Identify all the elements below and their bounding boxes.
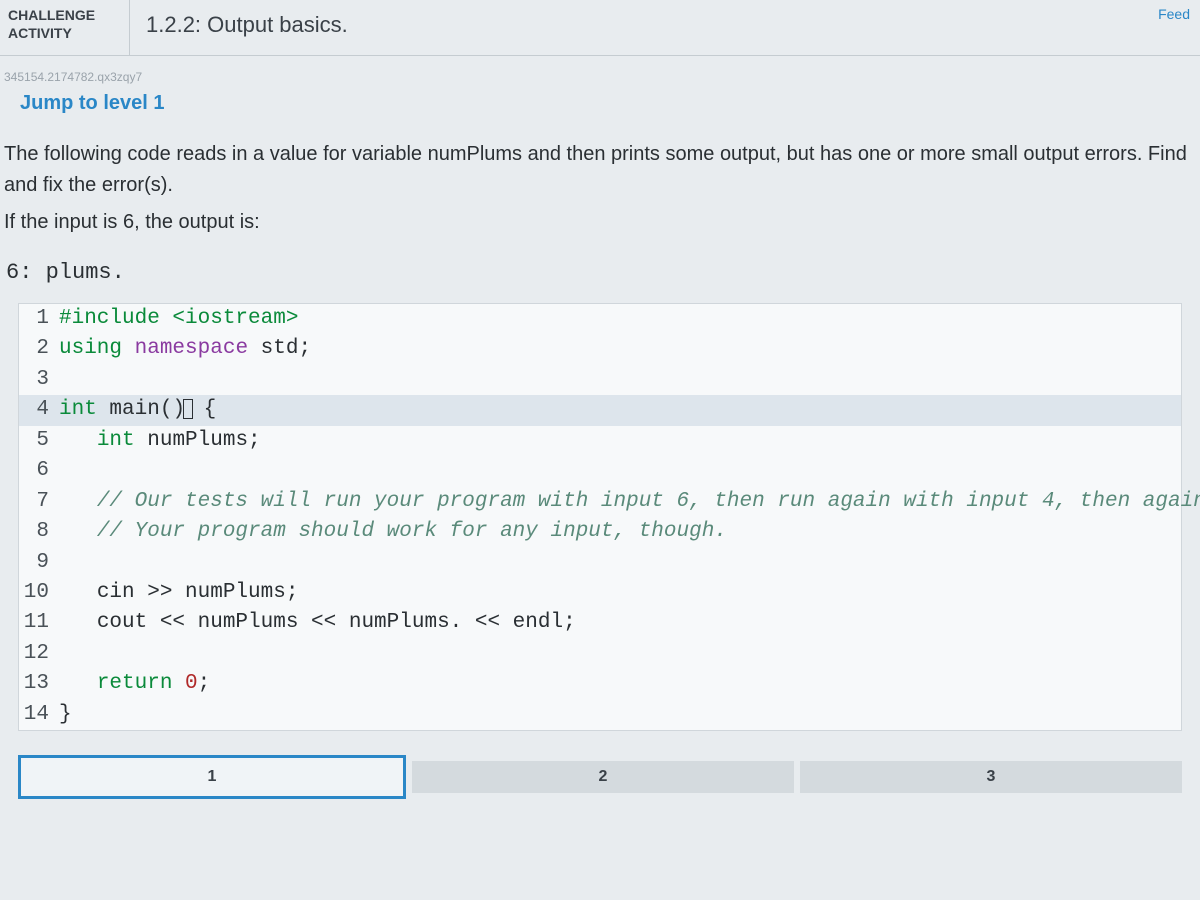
level-number: 1 [208, 768, 217, 786]
line-number: 6 [19, 456, 59, 486]
activity-id: 345154.2174782.qx3zqy7 [0, 56, 1200, 88]
prompt-paragraph-1: The following code reads in a value for … [4, 139, 1194, 201]
code-content[interactable]: // Your program should work for any inpu… [59, 517, 1181, 547]
code-content[interactable]: int main() { [59, 395, 1181, 425]
code-line: 11 cout << numPlums << numPlums. << endl… [19, 608, 1181, 638]
level-segment-2[interactable]: 2 [412, 761, 794, 793]
code-content[interactable]: // Our tests will run your program with … [59, 487, 1200, 517]
code-editor[interactable]: 1 #include <iostream> 2 using namespace … [18, 303, 1182, 731]
feedback-link[interactable]: Feed [1148, 0, 1200, 55]
line-number: 4 [19, 395, 59, 425]
line-number: 5 [19, 426, 59, 456]
code-line: 7 // Our tests will run your program wit… [19, 487, 1181, 517]
line-number: 11 [19, 608, 59, 638]
code-line: 14 } [19, 700, 1181, 730]
code-content[interactable] [59, 639, 1181, 669]
code-line: 5 int numPlums; [19, 426, 1181, 456]
line-number: 7 [19, 487, 59, 517]
prompt-paragraph-2: If the input is 6, the output is: [4, 207, 1194, 238]
code-content[interactable] [59, 456, 1181, 486]
line-number: 9 [19, 548, 59, 578]
code-line: 1 #include <iostream> [19, 304, 1181, 334]
line-number: 2 [19, 334, 59, 364]
code-line: 6 [19, 456, 1181, 486]
expected-output: 6: plums. [0, 256, 1200, 289]
code-line: 9 [19, 548, 1181, 578]
activity-label: ACTIVITY [8, 24, 121, 42]
code-line: 13 return 0; [19, 669, 1181, 699]
level-segment-1[interactable]: 1 [18, 755, 406, 799]
code-content[interactable]: cin >> numPlums; [59, 578, 1181, 608]
activity-title: 1.2.2: Output basics. [130, 0, 1148, 55]
code-line: 2 using namespace std; [19, 334, 1181, 364]
level-progress-bar: 1 2 3 [18, 761, 1182, 799]
code-line: 10 cin >> numPlums; [19, 578, 1181, 608]
level-number: 3 [987, 768, 996, 786]
line-number: 13 [19, 669, 59, 699]
line-number: 1 [19, 304, 59, 334]
code-content[interactable] [59, 365, 1181, 395]
code-content[interactable]: cout << numPlums << numPlums. << endl; [59, 608, 1181, 638]
header-bar: CHALLENGE ACTIVITY 1.2.2: Output basics.… [0, 0, 1200, 56]
code-content[interactable]: using namespace std; [59, 334, 1181, 364]
line-number: 8 [19, 517, 59, 547]
level-number: 2 [599, 768, 608, 786]
code-line: 8 // Your program should work for any in… [19, 517, 1181, 547]
activity-type-label: CHALLENGE ACTIVITY [0, 0, 130, 55]
line-number: 10 [19, 578, 59, 608]
line-number: 12 [19, 639, 59, 669]
code-content[interactable]: int numPlums; [59, 426, 1181, 456]
code-content[interactable] [59, 548, 1181, 578]
code-content[interactable]: } [59, 700, 1181, 730]
code-line-highlighted: 4 int main() { [19, 395, 1181, 425]
code-content[interactable]: return 0; [59, 669, 1181, 699]
code-content[interactable]: #include <iostream> [59, 304, 1181, 334]
prompt-area: The following code reads in a value for … [0, 133, 1200, 256]
line-number: 3 [19, 365, 59, 395]
code-line: 3 [19, 365, 1181, 395]
line-number: 14 [19, 700, 59, 730]
code-line: 12 [19, 639, 1181, 669]
challenge-label: CHALLENGE [8, 6, 121, 24]
jump-to-level-link[interactable]: Jump to level 1 [0, 88, 1200, 133]
level-segment-3[interactable]: 3 [800, 761, 1182, 793]
